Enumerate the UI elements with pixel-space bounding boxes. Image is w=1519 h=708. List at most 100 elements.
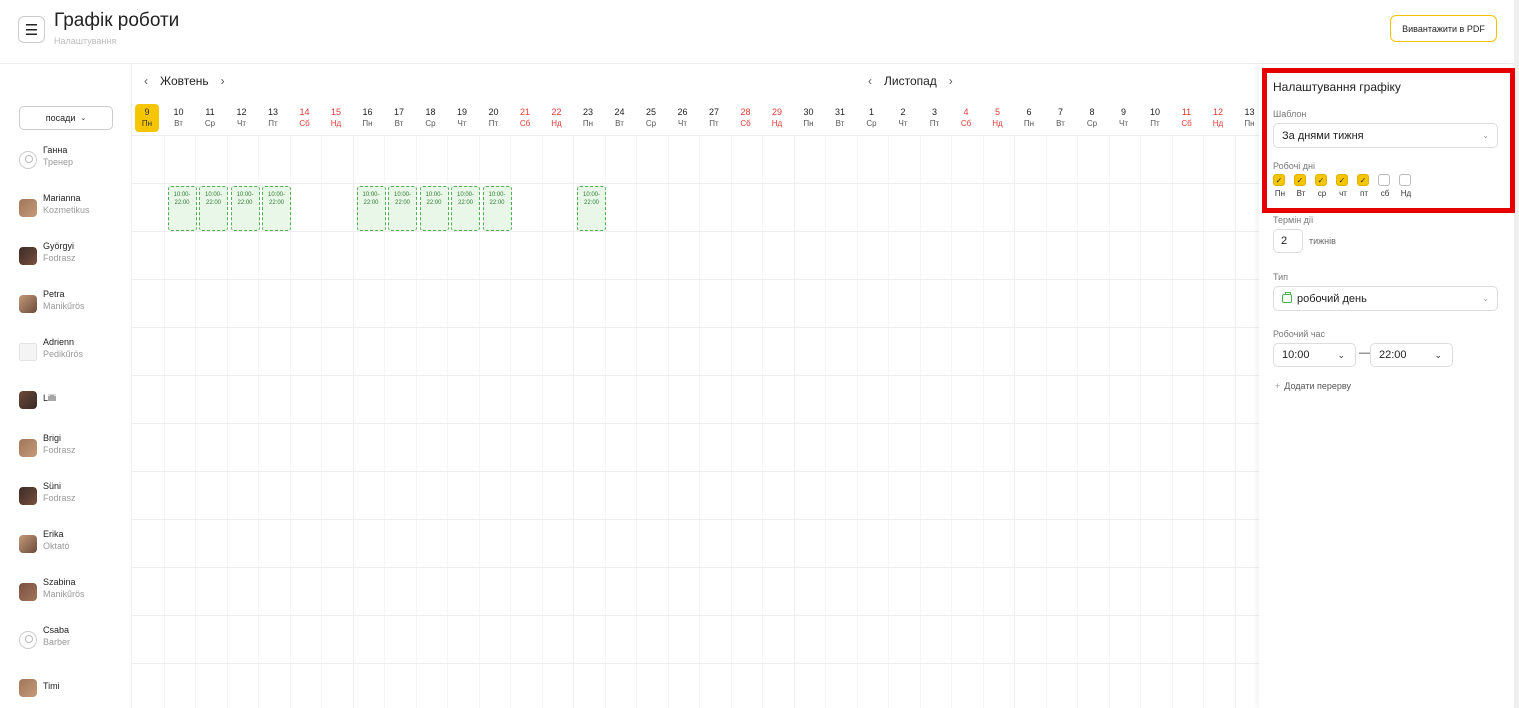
employee-row[interactable]: Brigi Fodrasz [0,424,131,472]
term-input[interactable] [1273,229,1303,253]
month-header-november: ‹ Листопад › [864,74,957,88]
employee-role: Тренер [43,157,73,167]
type-select[interactable]: робочий день ⌄ [1273,286,1498,311]
shift-block[interactable]: 10:00- 22:00 [577,186,606,231]
avatar [19,199,37,217]
day-divider [762,136,763,708]
export-pdf-button[interactable]: Вивантажити в PDF [1390,15,1497,42]
working-day-checkbox[interactable]: ✓ Вт [1294,174,1308,198]
day-weekday: Пт [1150,119,1160,128]
day-weekday: Пт [268,119,278,128]
shift-block[interactable]: 10:00- 22:00 [167,186,197,231]
day-weekday: Пн [141,119,153,128]
employee-row[interactable]: Szabina Manikűrös [0,568,131,616]
employee-row[interactable]: Erika Oktató [0,520,131,568]
checkbox-box[interactable] [1378,174,1390,186]
checkmark-icon[interactable]: ✓ [1315,174,1327,186]
type-value: робочий день [1297,292,1367,305]
day-number: 20 [488,107,499,117]
position-filter-select[interactable]: посади ⌄ [19,106,113,130]
template-select[interactable]: За днями тижня ⌄ [1273,123,1498,148]
day-number: 1 [868,107,874,117]
scrollbar[interactable] [1514,0,1519,708]
day-number: 11 [205,107,215,117]
time-to-value: 22:00 [1379,349,1407,361]
shift-block[interactable]: 10:00- 22:00 [230,186,260,231]
day-number: 25 [645,107,656,117]
day-divider [1171,136,1173,708]
day-header: 20 Пт [482,104,506,132]
employee-row[interactable]: Adrienn Pedikűrös [0,328,131,376]
working-day-checkbox[interactable]: сб [1378,174,1392,198]
template-label: Шаблон [1273,109,1307,119]
employee-role: Kozmetikus [43,205,90,215]
day-header: 11 Ср [198,104,222,132]
day-number: 17 [393,107,404,117]
shift-block[interactable]: 10:00- 22:00 [262,186,291,231]
day-header: 10 Пт [1143,104,1167,132]
day-divider [667,136,669,708]
employee-row[interactable]: Petra Manikűrös [0,280,131,328]
employee-row[interactable]: Marianna Kozmetikus [0,184,131,232]
shift-block[interactable]: 10:00- 22:00 [419,186,449,231]
day-weekday: Ср [1086,119,1098,128]
employee-list: посади ⌄ Ганна Тренер Marianna Kozmetikus Gy… [0,64,132,708]
working-day-checkbox[interactable]: ✓ ср [1315,174,1329,198]
next-month-arrow-icon[interactable]: › [945,74,957,88]
employee-row[interactable]: Györgyi Fodrasz [0,232,131,280]
prev-month-arrow-icon[interactable]: ‹ [864,74,876,88]
add-break-button[interactable]: + Додати перерву [1275,381,1351,391]
day-header: 10 Вт [167,104,191,132]
checkmark-icon[interactable]: ✓ [1273,174,1285,186]
employee-row[interactable]: Süni Fodrasz [0,472,131,520]
day-weekday: Сб [1181,119,1192,128]
day-weekday: Ср [204,119,216,128]
prev-month-arrow-icon[interactable]: ‹ [140,74,152,88]
day-divider [636,136,637,708]
day-divider [919,136,921,708]
row-divider [132,663,1259,664]
employee-name: Szabina [43,577,76,587]
working-day-checkbox[interactable]: ✓ пт [1357,174,1371,198]
day-number: 12 [1212,107,1223,117]
chevron-down-icon: ⌄ [1482,294,1489,303]
row-divider [132,135,1259,136]
day-weekday: Пн [1244,119,1255,128]
day-weekday: Пт [929,119,940,128]
checkmark-icon[interactable]: ✓ [1294,174,1306,186]
day-number: 21 [519,107,530,117]
checkmark-icon[interactable]: ✓ [1357,174,1369,186]
day-weekday: Нд [330,119,342,128]
employee-name: Timi [43,681,60,691]
shift-block[interactable]: 10:00- 22:00 [388,186,417,231]
working-day-label: пт [1360,189,1368,198]
next-month-arrow-icon[interactable]: › [217,74,229,88]
time-from-select[interactable]: 10:00 ⌄ [1273,343,1356,367]
avatar [19,151,37,169]
shift-block[interactable]: 10:00- 22:00 [199,186,228,231]
employee-row[interactable]: Csaba Barber [0,616,131,664]
employee-row[interactable]: Lilli [0,376,131,424]
day-number: 26 [677,107,688,117]
shift-block[interactable]: 10:00- 22:00 [356,186,386,231]
working-day-checkbox[interactable]: ✓ Пн [1273,174,1287,198]
checkmark-icon[interactable]: ✓ [1336,174,1348,186]
working-day-checkbox[interactable]: ✓ чт [1336,174,1350,198]
checkbox-box[interactable] [1399,174,1411,186]
page-title: Графік роботи [54,10,180,31]
employee-row[interactable]: Ганна Тренер [0,136,131,184]
row-divider [132,471,1259,472]
shift-block[interactable]: 10:00- 22:00 [451,186,480,231]
avatar [19,343,37,361]
day-number: 5 [994,107,1000,117]
avatar [19,583,37,601]
time-to-select[interactable]: 22:00 ⌄ [1370,343,1453,367]
employee-row[interactable]: Timi [0,664,131,708]
menu-button[interactable]: ☰ [18,16,45,43]
day-header: 17 Вт [387,104,411,132]
employee-role: Manikűrös [43,301,85,311]
shift-block[interactable]: 10:00- 22:00 [482,186,512,231]
day-number: 22 [551,107,562,117]
working-day-checkbox[interactable]: Нд [1399,174,1413,198]
day-header: 9 Чт [1112,104,1136,132]
